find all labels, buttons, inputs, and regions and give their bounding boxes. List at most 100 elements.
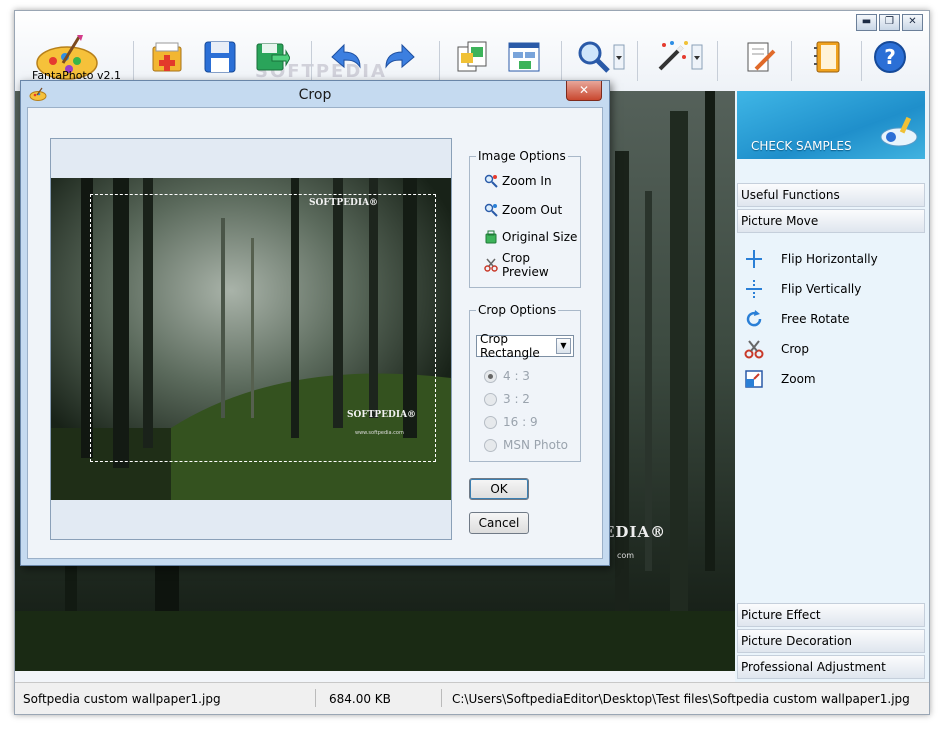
zoom-dropdown[interactable] [613,37,625,77]
maximize-button[interactable]: ❐ [879,14,900,31]
ratio-radio-3-2[interactable]: 3 : 2 [484,390,530,408]
open-icon [152,42,182,72]
crop-shape-select[interactable]: Crop Rectangle ▼ [476,332,574,360]
save-button[interactable] [201,37,239,77]
chevron-down-icon [691,44,703,70]
crop-options-title: Crop Options [476,303,559,317]
magic-wand-button[interactable] [653,37,691,77]
magic-wand-icon [658,41,688,71]
check-samples-banner[interactable]: CHECK SAMPLES [737,91,925,159]
batch-button[interactable] [505,37,543,77]
radio-dot [484,438,497,452]
toolbar-separator [861,41,862,81]
status-divider [315,689,316,707]
window-controls: ▬ ❐ ✕ [856,14,923,31]
toolbar-separator [791,41,792,81]
panel-item-free-rotate[interactable]: Free Rotate [743,307,850,331]
export-icon [256,43,290,71]
crop-preview-label: Crop Preview [502,251,549,279]
status-filesize: 684.00 KB [329,692,391,706]
status-path: C:\Users\SoftpediaEditor\Desktop\Test fi… [452,692,910,706]
edit-icon [747,42,776,72]
crop-preview-option[interactable]: Crop Preview [484,251,580,279]
image-options-title: Image Options [476,149,568,163]
zoom-button[interactable] [575,37,613,77]
zoom-in-option[interactable]: Zoom In [484,171,552,191]
flip-horizontal-icon [743,248,765,270]
zoom-in-icon [484,174,498,188]
undo-button[interactable] [327,37,365,77]
panel-item-label: Free Rotate [781,312,850,326]
dialog-titlebar[interactable]: Crop ✕ [21,81,609,107]
crop-dialog: Crop ✕ SOFTPEDIA® SOFTPEDIA® www.softped… [20,80,610,566]
zoom-out-icon [484,203,498,217]
dialog-title: Crop [298,87,332,103]
zoom-icon [578,41,610,73]
minimize-button[interactable]: ▬ [856,14,877,31]
radio-dot [484,369,497,383]
section-useful-functions[interactable]: Useful Functions [737,183,925,207]
ratio-label: 3 : 2 [503,392,530,406]
zoom-out-label: Zoom Out [502,203,563,217]
zoom-icon [743,368,765,390]
redo-button[interactable] [381,37,419,77]
section-picture-decoration[interactable]: Picture Decoration [737,629,925,653]
cancel-button[interactable]: Cancel [469,512,529,534]
export-button[interactable] [253,37,291,77]
crop-preview-image[interactable]: SOFTPEDIA® SOFTPEDIA® www.softpedia.com [51,178,451,500]
toolbar-separator [133,41,134,81]
rotate-icon [743,308,765,330]
section-professional-adjustment[interactable]: Professional Adjustment [737,655,925,679]
save-icon [204,41,236,73]
svg-text:?: ? [884,45,896,69]
panel-item-crop[interactable]: Crop [743,337,809,361]
toolbar-separator [637,41,638,81]
panel-item-label: Crop [781,342,810,356]
scissors-icon [743,338,765,360]
panel-item-label: Flip Vertically [781,282,862,296]
close-button[interactable]: ✕ [902,14,923,31]
dialog-body: SOFTPEDIA® SOFTPEDIA® www.softpedia.com … [27,107,603,559]
original-size-icon [484,230,498,244]
status-bar: Softpedia custom wallpaper1.jpg 684.00 K… [15,682,929,714]
projector-icon [880,116,918,147]
radio-dot [484,392,497,406]
panel-item-zoom[interactable]: Zoom [743,367,816,391]
zoom-in-label: Zoom In [502,174,552,188]
ratio-radio-msn-photo[interactable]: MSN Photo [484,436,568,454]
radio-dot [484,415,497,429]
zoom-out-option[interactable]: Zoom Out [484,200,562,220]
edit-button[interactable] [741,37,779,77]
magic-wand-dropdown[interactable] [691,37,703,77]
open-button[interactable] [149,37,187,77]
crop-selection-rectangle[interactable] [90,194,436,462]
original-size-option[interactable]: Original Size [484,227,577,247]
compare-button[interactable] [453,37,491,77]
section-picture-effect[interactable]: Picture Effect [737,603,925,627]
help-button[interactable]: ? [871,37,909,77]
panel-item-flip-vertically[interactable]: Flip Vertically [743,277,861,301]
check-samples-label: CHECK SAMPLES [751,139,852,153]
crop-shape-value: Crop Rectangle [480,332,540,360]
ok-button[interactable]: OK [469,478,529,500]
help-icon: ? [874,41,906,73]
ratio-radio-16-9[interactable]: 16 : 9 [484,413,538,431]
redo-icon [385,43,415,69]
panel-item-label: Flip Horizontally [781,252,878,266]
status-divider [441,689,442,707]
dialog-close-button[interactable]: ✕ [566,81,602,101]
chevron-down-icon: ▼ [556,338,571,354]
ratio-radio-4-3[interactable]: 4 : 3 [484,367,530,385]
notebook-button[interactable] [809,37,847,77]
flip-vertical-icon [743,278,765,300]
ratio-label: 16 : 9 [503,415,538,429]
scissors-icon [484,258,498,272]
ratio-label: 4 : 3 [503,369,530,383]
toolbar-separator [439,41,440,81]
section-picture-move[interactable]: Picture Move [737,209,925,233]
panel-item-flip-horizontally[interactable]: Flip Horizontally [743,247,878,271]
crop-options-group: Crop Options Crop Rectangle ▼ 4 : 3 3 : … [469,303,581,462]
panel-item-label: Zoom [781,372,816,386]
original-size-label: Original Size [502,230,578,244]
compare-icon [457,41,487,72]
